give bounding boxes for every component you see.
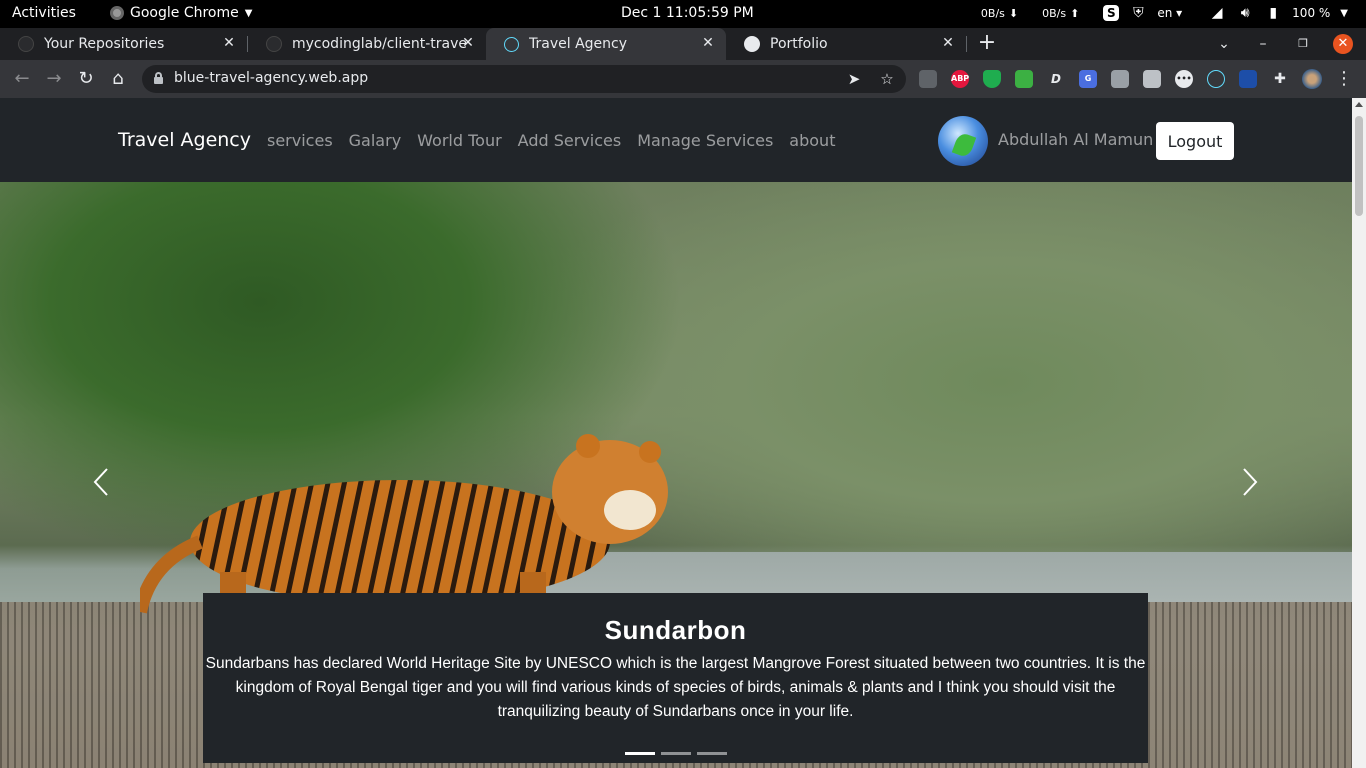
github-icon xyxy=(18,36,34,52)
page-scrollbar[interactable] xyxy=(1352,98,1366,768)
clock[interactable]: Dec 1 11:05:59 PM xyxy=(621,5,754,21)
user-name: Abdullah Al Mamun xyxy=(998,130,1154,149)
tab-travel-agency[interactable]: Travel Agency ✕ xyxy=(486,28,726,60)
tab-title: Travel Agency xyxy=(529,36,627,52)
vpn-icon[interactable] xyxy=(1239,70,1257,88)
url-text[interactable]: blue-travel-agency.web.app xyxy=(174,70,368,86)
note-icon[interactable] xyxy=(1143,70,1161,88)
nav-link-about[interactable]: about xyxy=(789,131,835,150)
adblock-icon[interactable]: ABP xyxy=(951,70,969,88)
bookmark-star-icon[interactable]: ☆ xyxy=(877,69,897,89)
tab-your-repositories[interactable]: Your Repositories ✕ xyxy=(0,28,247,60)
tab-separator xyxy=(966,36,967,52)
screenshot-icon[interactable] xyxy=(1111,70,1129,88)
dictionary-icon[interactable]: D xyxy=(1047,70,1065,88)
dots-icon[interactable]: ••• xyxy=(1175,70,1193,88)
logout-button[interactable]: Logout xyxy=(1156,122,1234,160)
carousel-prev-button[interactable] xyxy=(91,467,111,497)
scroll-up-icon[interactable] xyxy=(1355,102,1363,107)
system-top-bar: Activities Google Chrome ▼ Dec 1 11:05:5… xyxy=(0,0,1366,28)
chevron-right-icon xyxy=(1243,468,1258,496)
app-menu-label: Google Chrome xyxy=(130,5,239,21)
github-icon xyxy=(266,36,282,52)
reload-icon[interactable]: ↻ xyxy=(76,69,96,89)
mail-icon[interactable] xyxy=(919,70,937,88)
leaf-icon xyxy=(951,131,977,159)
shield-tray-icon[interactable]: ⛨ xyxy=(1129,4,1147,22)
window-close-button[interactable]: ✕ xyxy=(1333,34,1353,54)
net-up-indicator: 0B/s ⬆ xyxy=(1042,7,1079,20)
close-icon[interactable]: ✕ xyxy=(221,35,237,51)
browser-toolbar: ← → ↻ ⌂ blue-travel-agency.web.app ➤ ☆ A… xyxy=(0,60,1366,98)
nav-link-world-tour[interactable]: World Tour xyxy=(417,131,502,150)
net-up-value: 0B/s xyxy=(1042,6,1067,20)
download-icon[interactable] xyxy=(1015,70,1033,88)
avatar xyxy=(938,116,988,166)
address-bar[interactable]: blue-travel-agency.web.app ➤ ☆ xyxy=(142,65,906,93)
react-devtools-icon[interactable] xyxy=(1207,70,1225,88)
net-down-indicator: 0B/s ⬇ xyxy=(981,7,1018,20)
hero-carousel: Sundarbon Sundarbans has declared World … xyxy=(0,182,1352,768)
brand-link[interactable]: Travel Agency xyxy=(118,129,251,151)
back-icon[interactable]: ← xyxy=(12,69,32,89)
menu-kebab-icon[interactable]: ⋮ xyxy=(1334,69,1354,89)
volume-icon: 🔊︎ xyxy=(1240,5,1250,21)
app-menu[interactable]: Google Chrome ▼ xyxy=(110,5,252,21)
restore-icon[interactable]: ❐ xyxy=(1293,34,1313,54)
carousel-indicators xyxy=(625,752,727,755)
tab-title: mycodinglab/client-travel xyxy=(292,36,468,52)
close-icon[interactable]: ✕ xyxy=(460,35,476,51)
nav-link-add-services[interactable]: Add Services xyxy=(518,131,622,150)
forward-icon[interactable]: → xyxy=(44,69,64,89)
minimize-icon[interactable]: – xyxy=(1253,34,1273,54)
nav-links: services Galary World Tour Add Services … xyxy=(267,131,835,150)
chevron-left-icon xyxy=(93,468,108,496)
new-tab-button[interactable]: + xyxy=(976,32,998,54)
scrollbar-thumb[interactable] xyxy=(1355,116,1363,216)
language-value: en xyxy=(1157,6,1173,20)
globe-icon xyxy=(744,36,760,52)
tab-client-travel[interactable]: mycodinglab/client-travel ✕ xyxy=(248,28,486,60)
language-indicator[interactable]: en ▾ xyxy=(1157,6,1182,20)
tab-portfolio[interactable]: Portfolio ✕ xyxy=(726,28,966,60)
carousel-indicator[interactable] xyxy=(697,752,727,755)
site-navbar: Travel Agency services Galary World Tour… xyxy=(0,98,1352,182)
nav-link-services[interactable]: services xyxy=(267,131,333,150)
caret-down-icon: ▼ xyxy=(1340,7,1348,19)
carousel-indicator[interactable] xyxy=(661,752,691,755)
react-icon xyxy=(504,36,519,52)
slide-description: Sundarbans has declared World Heritage S… xyxy=(205,655,1146,720)
home-icon[interactable]: ⌂ xyxy=(108,69,128,89)
puzzle-icon[interactable]: ✚ xyxy=(1271,70,1289,88)
slide-title: Sundarbon xyxy=(604,615,747,645)
net-down-value: 0B/s xyxy=(980,6,1005,20)
arrow-down-icon: ⬇ xyxy=(1008,6,1019,20)
profile-icon[interactable] xyxy=(1302,69,1322,89)
wifi-icon: ◢ xyxy=(1211,5,1223,21)
battery-level: 100 % xyxy=(1292,6,1331,20)
battery-icon: ▮ xyxy=(1269,5,1278,21)
close-icon[interactable]: ✕ xyxy=(700,35,716,51)
carousel-next-button[interactable] xyxy=(1240,467,1260,497)
tab-search-icon[interactable]: ⌄ xyxy=(1214,34,1234,54)
close-icon[interactable]: ✕ xyxy=(940,35,956,51)
chrome-icon xyxy=(110,6,124,20)
send-icon[interactable]: ➤ xyxy=(844,69,864,89)
arrow-up-icon: ⬆ xyxy=(1070,6,1080,20)
activities-button[interactable]: Activities xyxy=(12,5,76,21)
carousel-indicator[interactable] xyxy=(625,752,655,755)
nav-link-manage-services[interactable]: Manage Services xyxy=(637,131,773,150)
shield-icon[interactable] xyxy=(983,70,1001,88)
caret-down-icon: ▼ xyxy=(244,7,253,19)
web-page: Travel Agency services Galary World Tour… xyxy=(0,98,1352,768)
tab-title: Your Repositories xyxy=(44,36,165,52)
tab-strip: Your Repositories ✕ mycodinglab/client-t… xyxy=(0,28,1366,60)
lock-icon[interactable] xyxy=(154,72,163,84)
translate-icon[interactable]: G xyxy=(1079,70,1097,88)
nav-link-galary[interactable]: Galary xyxy=(349,131,402,150)
skype-icon[interactable]: S xyxy=(1103,5,1120,21)
carousel-caption: Sundarbon Sundarbans has declared World … xyxy=(203,593,1148,763)
system-tray[interactable]: 0B/s ⬇ 0B/s ⬆ S ⛨ en ▾ ◢ 🔊︎ ▮ 100 % ▼ xyxy=(981,4,1348,22)
tab-title: Portfolio xyxy=(770,36,828,52)
